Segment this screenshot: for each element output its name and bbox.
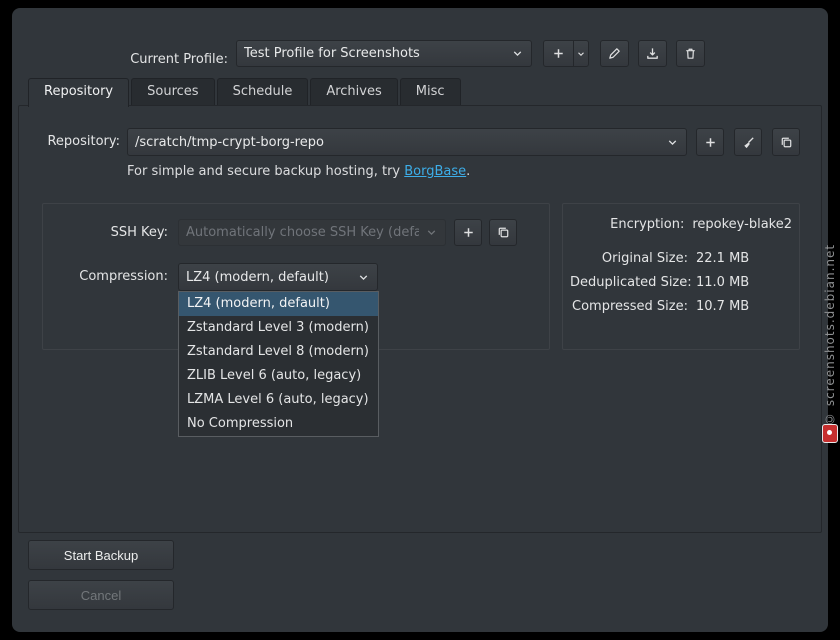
chevron-down-icon — [576, 49, 586, 59]
import-icon — [645, 46, 660, 61]
add-ssh-key-button[interactable] — [454, 219, 482, 246]
watermark-text: © screenshots.debian.net — [823, 214, 837, 426]
current-profile-label: Current Profile: — [52, 46, 228, 73]
borgbase-hint-prefix: For simple and secure backup hosting, tr… — [127, 164, 404, 179]
broom-icon — [741, 135, 756, 150]
copy-ssh-key-button[interactable] — [489, 219, 517, 246]
original-size-label: Original Size: — [570, 251, 688, 266]
repository-select-value: /scratch/tmp-crypt-borg-repo — [135, 135, 660, 150]
chevron-down-icon — [511, 47, 524, 60]
stat-row-encryption: Encryption: repokey-blake2 — [570, 217, 792, 232]
plus-icon — [551, 46, 566, 61]
original-size-value: 22.1 MB — [696, 251, 749, 266]
compression-option-zlib6[interactable]: ZLIB Level 6 (auto, legacy) — [179, 364, 378, 388]
trash-icon — [683, 46, 698, 61]
stat-row-deduplicated-size: Deduplicated Size: 11.0 MB — [570, 275, 792, 290]
main-tab-bar: Repository Sources Schedule Archives Mis… — [28, 78, 463, 106]
tab-archives[interactable]: Archives — [310, 78, 397, 105]
repository-label: Repository: — [20, 128, 120, 156]
compression-label: Compression: — [42, 263, 168, 291]
deduplicated-size-label: Deduplicated Size: — [570, 275, 688, 290]
compression-option-none[interactable]: No Compression — [179, 412, 378, 436]
profile-select[interactable]: Test Profile for Screenshots — [236, 40, 532, 67]
stat-row-compressed-size: Compressed Size: 10.7 MB — [570, 299, 792, 314]
chevron-down-icon — [357, 271, 370, 284]
compressed-size-value: 10.7 MB — [696, 299, 749, 314]
compression-select-value: LZ4 (modern, default) — [186, 270, 351, 285]
import-profile-button[interactable] — [638, 40, 667, 67]
ssh-key-label: SSH Key: — [42, 219, 168, 246]
compression-option-lz4[interactable]: LZ4 (modern, default) — [179, 292, 378, 316]
chevron-down-icon — [666, 136, 679, 149]
pencil-icon — [607, 46, 622, 61]
screenshot-root: Current Profile: Test Profile for Screen… — [0, 0, 840, 640]
tab-sources[interactable]: Sources — [131, 78, 214, 105]
edit-profile-button[interactable] — [600, 40, 629, 67]
ssh-key-select-value: Automatically choose SSH Key (default) — [186, 225, 419, 240]
add-repository-button[interactable] — [696, 128, 724, 156]
ssh-key-select[interactable]: Automatically choose SSH Key (default) — [178, 219, 446, 246]
tab-repository[interactable]: Repository — [28, 78, 129, 107]
tab-misc[interactable]: Misc — [400, 78, 461, 105]
compressed-size-label: Compressed Size: — [570, 299, 688, 314]
compression-select[interactable]: LZ4 (modern, default) — [178, 263, 378, 291]
copy-icon — [779, 135, 794, 150]
deduplicated-size-value: 11.0 MB — [696, 275, 749, 290]
add-profile-dropdown-button[interactable] — [573, 40, 589, 67]
borgbase-link[interactable]: BorgBase — [404, 164, 466, 179]
profile-select-value: Test Profile for Screenshots — [244, 46, 505, 61]
stat-row-original-size: Original Size: 22.1 MB — [570, 251, 792, 266]
compression-option-lzma6[interactable]: LZMA Level 6 (auto, legacy) — [179, 388, 378, 412]
plus-icon — [461, 225, 476, 240]
encryption-label: Encryption: — [570, 217, 684, 232]
borgbase-hint: For simple and secure backup hosting, tr… — [127, 164, 470, 179]
tab-schedule[interactable]: Schedule — [217, 78, 309, 105]
borgbase-hint-suffix: . — [466, 164, 470, 179]
add-profile-button[interactable] — [543, 40, 574, 67]
watermark-logo-icon — [822, 424, 838, 443]
vorta-window: Current Profile: Test Profile for Screen… — [12, 8, 828, 632]
compression-option-zstd8[interactable]: Zstandard Level 8 (modern) — [179, 340, 378, 364]
copy-repository-button[interactable] — [772, 128, 800, 156]
delete-profile-button[interactable] — [676, 40, 705, 67]
encryption-value: repokey-blake2 — [692, 217, 792, 232]
plus-icon — [703, 135, 718, 150]
compression-option-zstd3[interactable]: Zstandard Level 3 (modern) — [179, 316, 378, 340]
chevron-down-icon — [425, 226, 438, 239]
compression-dropdown: LZ4 (modern, default) Zstandard Level 3 … — [178, 291, 379, 437]
repository-select[interactable]: /scratch/tmp-crypt-borg-repo — [127, 128, 687, 156]
copy-icon — [496, 225, 511, 240]
repository-unlink-button[interactable] — [734, 128, 762, 156]
start-backup-button[interactable]: Start Backup — [28, 540, 174, 570]
cancel-button[interactable]: Cancel — [28, 580, 174, 610]
